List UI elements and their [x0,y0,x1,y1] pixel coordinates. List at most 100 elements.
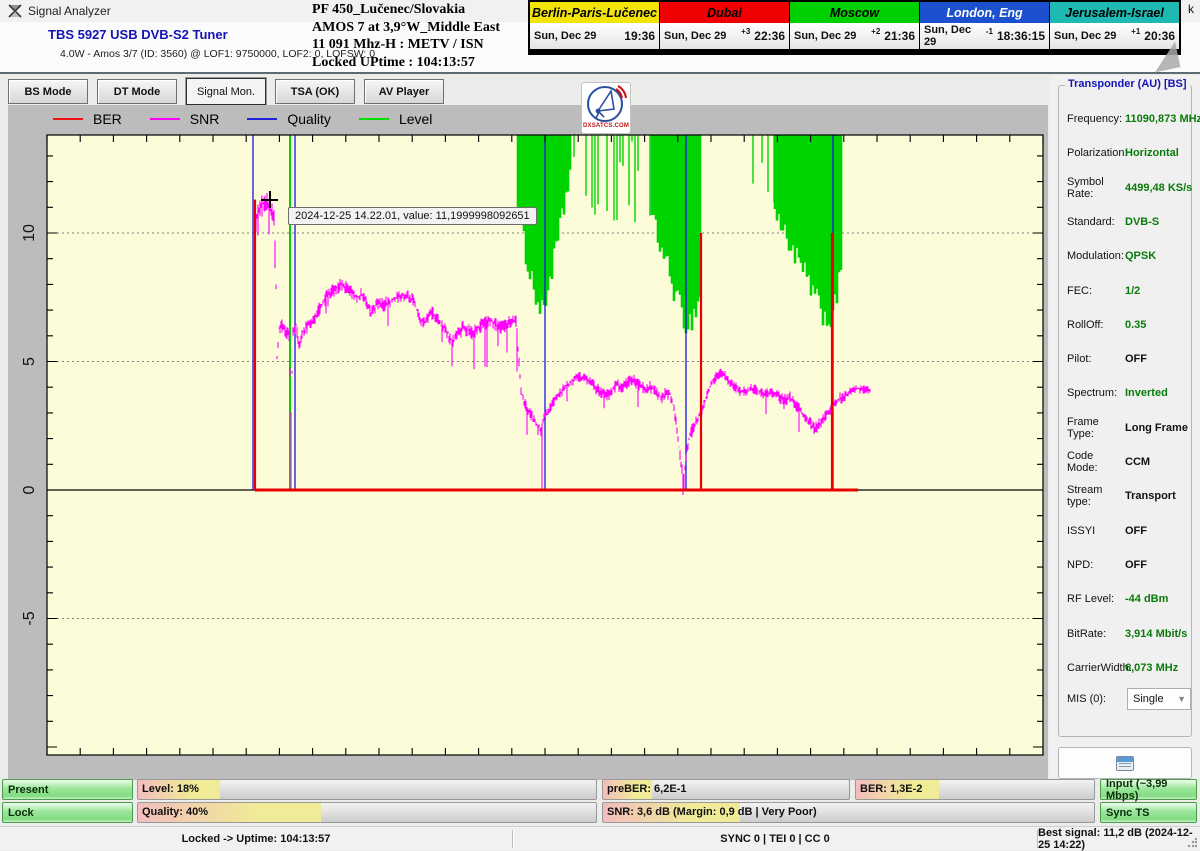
tab-tsa-ok-[interactable]: TSA (OK) [275,79,355,104]
tab-av-player[interactable]: AV Player [364,79,444,104]
tuner-name: TBS 5927 USB DVB-S2 Tuner [48,27,228,42]
clock-city: Dubai [660,2,789,23]
clock-date: Sun, Dec 29 [794,30,856,42]
clock-time-row: Sun, Dec 29 +3 22:36 [660,23,789,49]
signal-chart-panel: BERSNRQualityLevel 1050-5 2024-12-25 14.… [8,105,1048,780]
info-line: 11 091 Mhz-H : METV / ISN [312,36,528,54]
preber-bar-label: preBER: 6,2E-1 [607,780,686,799]
info-line: PF 450_Lučenec/Slovakia [312,1,528,19]
transponder-row: RF Level:-44 dBm [1059,582,1191,616]
svg-text:10: 10 [21,224,38,242]
transponder-field-label: Code Mode: [1067,450,1125,474]
tab-bs-mode[interactable]: BS Mode [8,79,88,104]
quality-bar-label: Quality: 40% [142,803,208,822]
transponder-row: RollOff:0.35 [1059,308,1191,342]
transponder-row: Stream type:Transport [1059,479,1191,513]
clock-utc-offset: +1 [1131,27,1140,36]
clock-city: Jerusalem-Israel [1050,2,1179,23]
tab-signal-mon-[interactable]: Signal Mon. [186,78,266,105]
status-bar: Locked -> Uptime: 104:13:57 SYNC 0 | TEI… [0,826,1200,850]
transponder-row: CarrierWidth:6,073 MHz [1059,651,1191,685]
corner-glyph: k [1188,2,1194,16]
clock-date: Sun, Dec 29 [924,24,986,48]
quality-bar: Quality: 40% [137,802,597,823]
info-block: PF 450_Lučenec/Slovakia AMOS 7 at 3,9°W_… [312,1,528,71]
legend-item-quality: Quality [247,111,331,127]
transponder-field-value: 3,914 Mbit/s [1125,628,1187,640]
svg-text:0: 0 [21,485,38,494]
level-bar: Level: 18% [137,779,597,800]
satellite-dish-icon [584,83,628,123]
transponder-field-label: Frame Type: [1067,416,1125,440]
transponder-field-value: Horizontal [1125,147,1179,159]
transponder-field-label: BitRate: [1067,628,1125,640]
legend-item-level: Level [359,111,432,127]
clock-time: 22:36 [754,29,785,43]
ber-bar-label: BER: 1,3E-2 [860,780,922,799]
logo-caption: DXSATCS.COM [583,123,629,129]
tab-dt-mode[interactable]: DT Mode [97,79,177,104]
level-bar-label: Level: 18% [142,780,199,799]
transponder-field-value: Transport [1125,490,1176,502]
present-indicator[interactable]: Present [2,779,133,800]
clock-date: Sun, Dec 29 [664,30,726,42]
legend-swatch [150,118,180,120]
svg-text:5: 5 [21,357,38,366]
transponder-field-label: Pilot: [1067,353,1125,365]
transponder-row: Symbol Rate:4499,48 KS/s [1059,171,1191,205]
clock-city: Moscow [790,2,919,23]
clock-city: London, Eng [920,2,1049,23]
transponder-field-value: Long Frame [1125,422,1188,434]
transponder-row: NPD:OFF [1059,548,1191,582]
legend-label: Level [399,111,432,127]
transponder-field-value: 6,073 MHz [1125,662,1178,674]
transponder-row: BitRate:3,914 Mbit/s [1059,617,1191,651]
mis-label: MIS (0): [1067,693,1125,705]
legend-label: BER [93,111,122,127]
transponder-field-label: Polarization: [1067,147,1125,159]
transponder-field-label: CarrierWidth: [1067,662,1125,674]
sync-ts-indicator[interactable]: Sync TS [1100,802,1197,823]
transponder-field-value: OFF [1125,525,1147,537]
chart-tooltip: 2024-12-25 14.22.01, value: 11,199999809… [288,207,537,225]
transponder-field-label: RollOff: [1067,319,1125,331]
transponder-row: Modulation:QPSK [1059,239,1191,273]
legend-label: Quality [287,111,331,127]
input-indicator[interactable]: Input (~3,99 Mbps) [1100,779,1197,800]
transponder-field-value: 11090,873 MHz [1125,113,1200,125]
transponder-row: Standard:DVB-S [1059,205,1191,239]
clock-time: 20:36 [1144,29,1175,43]
crosshair-cursor [261,191,278,208]
preber-bar: preBER: 6,2E-1 [602,779,850,800]
clock-panel: Berlin-Paris-LučenecSun, Dec 2919:36 [530,2,660,53]
legend-swatch [53,118,83,120]
transponder-row: Frame Type:Long Frame [1059,411,1191,445]
mis-select[interactable]: Single ▼ [1127,688,1191,710]
svg-text:-5: -5 [21,611,38,625]
status-sync-counters: SYNC 0 | TEI 0 | CC 0 [513,827,1037,851]
transponder-field-value: DVB-S [1125,216,1159,228]
clock-time-row: Sun, Dec 2919:36 [530,23,659,49]
mode-tabs: BS Mode DT Mode Signal Mon. TSA (OK) AV Play… [8,79,444,105]
page-curl-decoration [1150,42,1181,73]
transponder-row: Code Mode:CCM [1059,445,1191,479]
clock-panel: MoscowSun, Dec 29+221:36 [790,2,920,53]
transponder-list-button[interactable] [1058,747,1192,779]
resize-grip[interactable] [1187,838,1197,848]
mis-row: MIS (0): Single ▼ [1059,688,1191,710]
snr-bar-label: SNR: 3,6 dB (Margin: 0,9 dB | Very Poor) [607,803,817,822]
transponder-row: Pilot:OFF [1059,342,1191,376]
transponder-field-value: OFF [1125,353,1147,365]
transponder-field-value: -44 dBm [1125,593,1168,605]
transponder-field-label: Standard: [1067,216,1125,228]
transponder-field-value: CCM [1125,456,1150,468]
legend-swatch [247,118,277,120]
clock-city: Berlin-Paris-Lučenec [530,2,659,23]
info-line: Locked UPtime : 104:13:57 [312,54,528,72]
clock-utc-offset: +3 [741,27,750,36]
clock-time: 19:36 [624,29,655,43]
transponder-panel: Transponder (AU) [BS] Frequency:11090,87… [1050,75,1200,778]
server-list-icon [1116,756,1134,771]
lock-indicator[interactable]: Lock [2,802,133,823]
clock-time-row: Sun, Dec 29+221:36 [790,23,919,49]
